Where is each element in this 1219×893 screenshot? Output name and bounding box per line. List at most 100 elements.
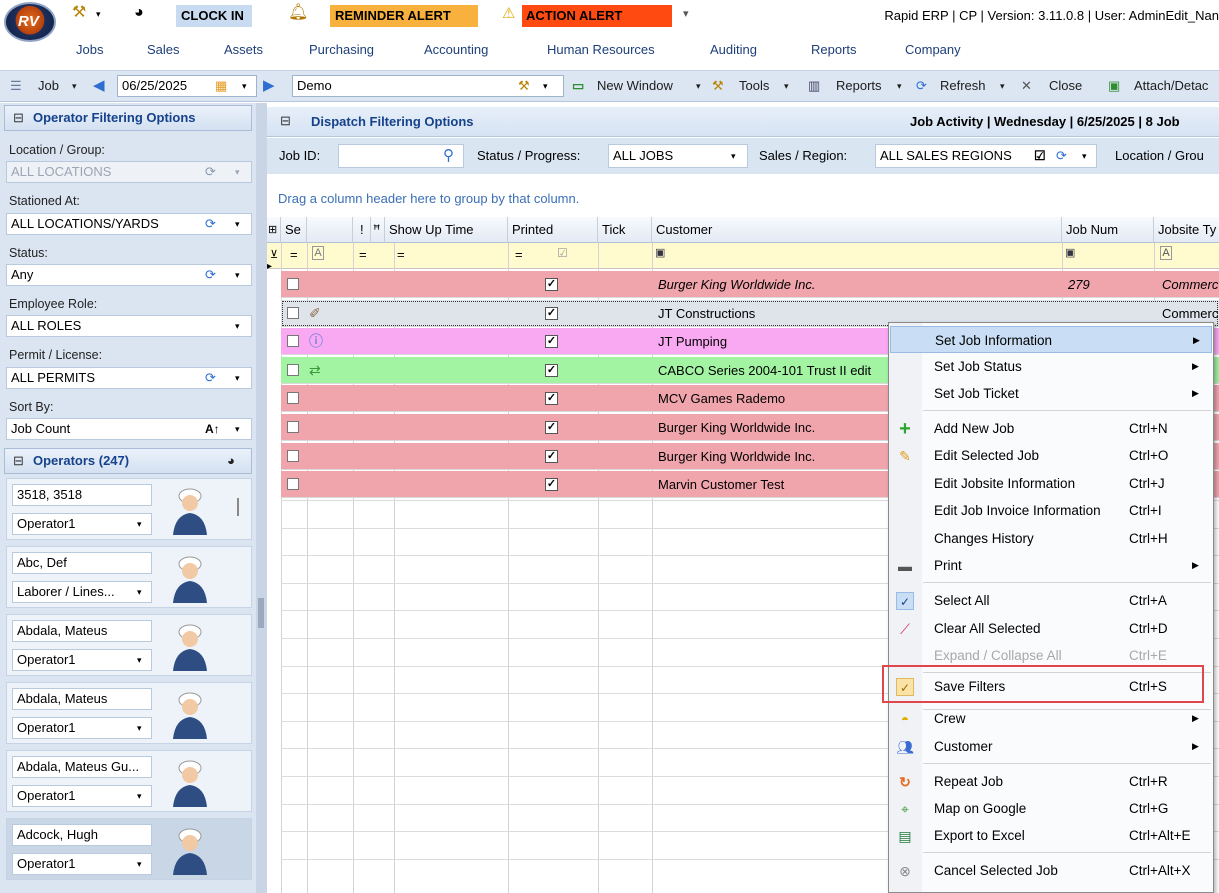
chevron-down-icon[interactable]: ▾ bbox=[96, 4, 101, 24]
checkbox-icon[interactable]: ☑ bbox=[1034, 145, 1046, 167]
operator-role[interactable]: Laborer / Lines... ▾ bbox=[12, 581, 152, 603]
operator-card[interactable]: Adcock, Hugh Operator1 ▾ bbox=[6, 818, 252, 880]
sales-region-combo[interactable]: ALL SALES REGIONS ☑ ⟳ ▾ bbox=[875, 144, 1097, 168]
chevron-down-icon[interactable]: ▾ bbox=[235, 214, 240, 234]
menu-add-new-job[interactable]: + Add New Job Ctrl+N bbox=[890, 415, 1212, 442]
menu-repeat-job[interactable]: ↻ Repeat Job Ctrl+R bbox=[890, 768, 1212, 795]
location-combo[interactable]: ALL LOCATIONS ⟳ ▾ bbox=[6, 161, 252, 183]
chevron-down-icon[interactable]: ▾ bbox=[235, 162, 240, 182]
operator-filter-header[interactable]: ⊟ Operator Filtering Options bbox=[4, 105, 252, 131]
search-icon[interactable]: ⚲ bbox=[443, 146, 454, 164]
panel-splitter[interactable] bbox=[256, 103, 267, 893]
hammer-icon[interactable]: ⚒ bbox=[518, 76, 530, 96]
menu-select-all[interactable]: ✓ Select All Ctrl+A bbox=[890, 587, 1212, 614]
chevron-down-icon[interactable]: ▾ bbox=[784, 81, 789, 92]
menu-reports[interactable]: Reports bbox=[811, 42, 857, 57]
column-chooser-icon[interactable]: ⊞ bbox=[267, 217, 281, 243]
chevron-down-icon[interactable]: ▾ bbox=[242, 76, 247, 96]
column-header-icon[interactable] bbox=[307, 217, 353, 243]
chevron-down-icon[interactable]: ▾ bbox=[235, 368, 240, 388]
splitter-handle[interactable] bbox=[258, 598, 264, 628]
status-combo[interactable]: Any ⟳ ▾ bbox=[6, 264, 252, 286]
operator-card[interactable]: Abdala, Mateus Operator1 ▾ bbox=[6, 682, 252, 744]
row-select-checkbox[interactable] bbox=[287, 478, 299, 491]
column-header-job-num[interactable]: Job Num bbox=[1062, 217, 1154, 243]
chevron-down-icon[interactable]: ▾ bbox=[235, 265, 240, 285]
operator-card[interactable]: 3518, 3518 Operator1 ▾ bbox=[6, 478, 252, 540]
chevron-down-icon[interactable]: ▾ bbox=[137, 514, 142, 534]
menu-edit-job-invoice-information[interactable]: Edit Job Invoice Information Ctrl+I bbox=[890, 497, 1212, 524]
menu-accounting[interactable]: Accounting bbox=[424, 42, 488, 57]
refresh-icon[interactable]: ⟳ bbox=[205, 162, 216, 182]
menu-purchasing[interactable]: Purchasing bbox=[309, 42, 374, 57]
job-id-input[interactable]: ⚲ bbox=[338, 144, 464, 168]
close-button[interactable]: Close bbox=[1049, 78, 1082, 93]
status-progress-combo[interactable]: ALL JOBS ▾ bbox=[608, 144, 748, 168]
menu-export-to-excel[interactable]: ▤ Export to Excel Ctrl+Alt+E bbox=[890, 822, 1212, 849]
menu-set-job-ticket[interactable]: Set Job Ticket ▶ bbox=[890, 380, 1212, 407]
clock-icon[interactable]: ◕ bbox=[134, 3, 144, 23]
menu-jobs[interactable]: Jobs bbox=[76, 42, 103, 57]
row-select-checkbox[interactable] bbox=[287, 335, 299, 348]
operator-role[interactable]: Operator1 ▾ bbox=[12, 513, 152, 535]
app-logo[interactable]: RV bbox=[4, 2, 56, 42]
menu-human-resources[interactable]: Human Resources bbox=[547, 42, 655, 57]
operator-card[interactable]: Abdala, Mateus Operator1 ▾ bbox=[6, 614, 252, 676]
reports-button[interactable]: Reports bbox=[836, 78, 882, 93]
chevron-down-icon[interactable]: ▾ bbox=[72, 81, 77, 92]
operators-header[interactable]: ⊟ Operators (247) ◕ bbox=[4, 448, 252, 474]
refresh-icon[interactable]: ⟳ bbox=[1056, 145, 1067, 167]
row-select-checkbox[interactable] bbox=[287, 421, 299, 433]
pin-icon[interactable]: ꟸ bbox=[371, 217, 385, 243]
scrollbar-thumb[interactable] bbox=[237, 498, 239, 516]
row-select-checkbox[interactable] bbox=[287, 278, 299, 290]
filter-checkbox-icon[interactable]: ☑ bbox=[557, 246, 568, 260]
row-select-checkbox[interactable] bbox=[287, 306, 299, 319]
printed-checkbox[interactable]: ✓ bbox=[545, 449, 558, 463]
menu-company[interactable]: Company bbox=[905, 42, 961, 57]
menu-edit-jobsite-information[interactable]: Edit Jobsite Information Ctrl+J bbox=[890, 470, 1212, 497]
chevron-down-icon[interactable]: ▾ bbox=[897, 81, 902, 92]
menu-print[interactable]: ▬ Print ▶ bbox=[890, 552, 1212, 579]
role-combo[interactable]: ALL ROLES ▾ bbox=[6, 315, 252, 337]
row-select-checkbox[interactable] bbox=[287, 392, 299, 405]
job-dropdown[interactable]: Job bbox=[38, 78, 59, 93]
attach-detach-button[interactable]: Attach/Detac bbox=[1134, 78, 1208, 93]
column-header-show-up-time[interactable]: Show Up Time bbox=[385, 217, 508, 243]
permit-combo[interactable]: ALL PERMITS ⟳ ▾ bbox=[6, 367, 252, 389]
calendar-icon[interactable]: ▦ bbox=[215, 76, 227, 96]
filter-equals-icon[interactable]: = bbox=[397, 247, 405, 262]
printed-checkbox[interactable]: ✓ bbox=[545, 363, 558, 377]
printed-checkbox[interactable]: ✓ bbox=[545, 278, 558, 291]
refresh-icon[interactable]: ⟳ bbox=[205, 265, 216, 285]
prev-date-arrow-icon[interactable]: ◀ bbox=[93, 76, 105, 94]
group-by-area[interactable]: Drag a column header here to group by th… bbox=[267, 183, 1219, 215]
refresh-button[interactable]: Refresh bbox=[940, 78, 986, 93]
menu-auditing[interactable]: Auditing bbox=[710, 42, 757, 57]
chevron-down-icon[interactable]: ▾ bbox=[696, 81, 701, 92]
column-header-customer[interactable]: Customer bbox=[652, 217, 1062, 243]
column-header-jobsite-type[interactable]: Jobsite Ty bbox=[1154, 217, 1219, 243]
collapse-icon[interactable]: ⊟ bbox=[280, 113, 291, 129]
column-header-tick[interactable]: Tick bbox=[598, 217, 652, 243]
operator-role[interactable]: Operator1 ▾ bbox=[12, 717, 152, 739]
filter-list-icon[interactable]: ▣ bbox=[655, 246, 665, 259]
column-header-priority[interactable]: ! bbox=[353, 217, 371, 243]
new-window-button[interactable]: New Window bbox=[597, 78, 673, 93]
collapse-icon[interactable]: ⊟ bbox=[13, 106, 24, 130]
filter-text-icon[interactable]: A bbox=[1160, 246, 1172, 260]
filter-list-icon[interactable]: ▣ bbox=[1065, 246, 1075, 259]
sort-az-icon[interactable]: A↑ bbox=[205, 419, 220, 439]
date-field[interactable]: 06/25/2025 ▦ ▾ bbox=[117, 75, 257, 97]
menu-set-job-information[interactable]: Set Job Information ▶ bbox=[890, 326, 1212, 353]
column-header-printed[interactable]: Printed bbox=[508, 217, 598, 243]
chevron-down-icon[interactable]: ▾ bbox=[137, 854, 142, 874]
menu-clear-all-selected[interactable]: ⟋ Clear All Selected Ctrl+D bbox=[890, 615, 1212, 642]
tools-button[interactable]: Tools bbox=[739, 78, 769, 93]
menu-cancel-selected-job[interactable]: ⊗ Cancel Selected Job Ctrl+Alt+X bbox=[890, 857, 1212, 884]
menu-customer[interactable]: 👥︎ Customer ▶ bbox=[890, 733, 1212, 760]
operator-card[interactable]: Abdala, Mateus Gu... Operator1 ▾ bbox=[6, 750, 252, 812]
chevron-down-icon[interactable]: ▾ bbox=[1082, 145, 1087, 167]
dispatch-header[interactable]: ⊟ Dispatch Filtering Options Job Activit… bbox=[267, 107, 1219, 137]
filter-row[interactable]: ⊻ = A = = = ☑ ▣ ▣ A bbox=[267, 243, 1219, 269]
